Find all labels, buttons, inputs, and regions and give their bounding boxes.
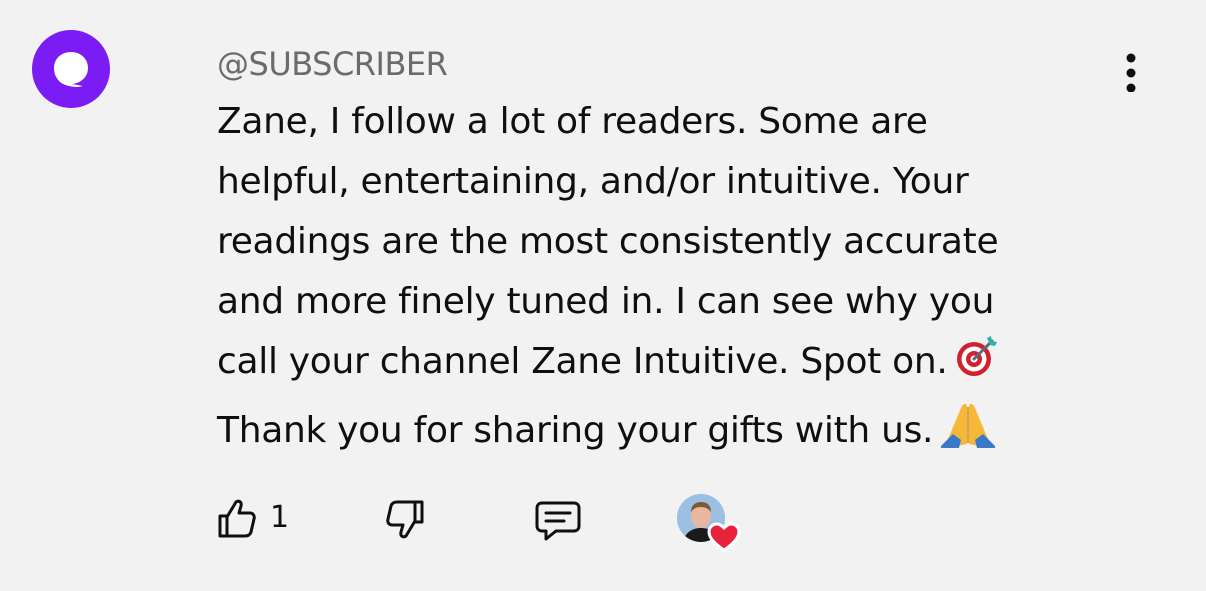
like-button[interactable]: 1 — [214, 496, 289, 540]
comment-card: @SUBSCRIBER Zane, I follow a lot of read… — [0, 0, 1206, 591]
comment-line: and more finely tuned in. I can see why … — [217, 281, 995, 322]
folded-hands-icon — [939, 398, 997, 467]
comment-line: readings are the most consistently accur… — [217, 221, 999, 262]
dislike-button[interactable] — [384, 498, 428, 546]
vertical-ellipsis-icon — [1126, 53, 1136, 92]
comment-line-5: call your channel Zane Intuitive. Spot o… — [217, 332, 1097, 398]
chat-bubble-icon — [54, 52, 88, 87]
comment-text: Zane, I follow a lot of readers. Some ar… — [217, 92, 1097, 467]
creator-heart-badge[interactable] — [677, 494, 743, 552]
comment-line: Zane, I follow a lot of readers. Some ar… — [217, 101, 928, 142]
like-count: 1 — [270, 500, 290, 535]
more-options-button[interactable] — [1112, 50, 1150, 94]
thumbs-down-icon — [386, 500, 424, 539]
author-handle[interactable]: @SUBSCRIBER — [217, 44, 448, 84]
comment-line-text: call your channel Zane Intuitive. Spot o… — [217, 341, 948, 382]
author-avatar[interactable] — [32, 30, 110, 108]
comment-line: helpful, entertaining, and/or intuitive.… — [217, 161, 969, 202]
comment-reply-icon — [535, 501, 581, 541]
heart-icon — [707, 522, 741, 552]
reply-button[interactable] — [534, 498, 582, 548]
comment-line-6: Thank you for sharing your gifts with us… — [217, 398, 1097, 467]
direct-hit-target-icon — [954, 335, 998, 398]
comment-line-text: Thank you for sharing your gifts with us… — [217, 410, 934, 451]
thumbs-up-icon — [218, 499, 256, 538]
comment-actions: 1 — [0, 490, 1206, 552]
